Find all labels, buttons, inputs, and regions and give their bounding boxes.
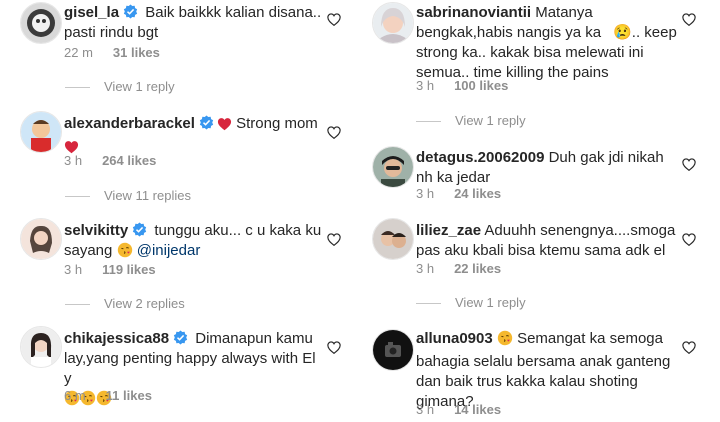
comment-text: Strong mom bbox=[236, 115, 318, 132]
comment-body: gisel_la Baik baikkk kalian disana.. pas… bbox=[64, 3, 324, 43]
view-replies-button[interactable]: View 1 reply bbox=[65, 79, 175, 94]
username[interactable]: selvikitty bbox=[64, 222, 128, 239]
username[interactable]: detagus.20062009 bbox=[416, 149, 544, 166]
like-count[interactable]: 11 likes bbox=[106, 388, 152, 403]
verified-badge-icon bbox=[123, 4, 138, 19]
like-heart-icon[interactable] bbox=[682, 341, 696, 354]
kissing-face-icon bbox=[117, 242, 133, 264]
comment-meta: 3 h 22 likes bbox=[416, 261, 501, 276]
like-heart-icon[interactable] bbox=[327, 341, 341, 354]
mention-link[interactable]: @inijedar bbox=[137, 242, 201, 259]
like-count[interactable]: 119 likes bbox=[102, 262, 156, 277]
avatar[interactable] bbox=[20, 326, 62, 368]
like-heart-icon[interactable] bbox=[682, 233, 696, 246]
comment-time: 3 h bbox=[416, 261, 435, 276]
like-heart-icon[interactable] bbox=[682, 13, 696, 26]
divider-line bbox=[65, 87, 90, 89]
view-replies-label: View 1 reply bbox=[104, 79, 175, 94]
divider-line bbox=[65, 196, 90, 198]
username[interactable]: liliez_zae bbox=[416, 222, 481, 239]
kissing-face-icon bbox=[497, 330, 513, 352]
avatar[interactable] bbox=[372, 146, 414, 188]
like-count[interactable]: 22 likes bbox=[454, 261, 501, 276]
comment-body: detagus.20062009 Duh gak jdi nikah nh ka… bbox=[416, 148, 678, 188]
comments-column-left: gisel_la Baik baikkk kalian disana.. pas… bbox=[0, 0, 360, 422]
like-heart-icon[interactable] bbox=[327, 126, 341, 139]
comment-time: 3 h bbox=[416, 402, 435, 417]
view-replies-button[interactable]: View 1 reply bbox=[416, 295, 526, 310]
like-count[interactable]: 14 likes bbox=[454, 402, 501, 417]
divider-line bbox=[416, 121, 441, 123]
comment-body: alluna0903 Semangat ka semoga bahagia se… bbox=[416, 329, 678, 412]
avatar[interactable] bbox=[372, 2, 414, 44]
comment-meta: 3 h 100 likes bbox=[416, 78, 508, 93]
avatar[interactable] bbox=[372, 329, 414, 371]
comment-time: 3 h bbox=[64, 153, 83, 168]
red-heart-icon bbox=[217, 117, 232, 137]
avatar[interactable] bbox=[20, 218, 62, 260]
avatar[interactable] bbox=[372, 218, 414, 260]
verified-badge-icon bbox=[173, 330, 188, 345]
comment-body: liliez_zae Aduuhh senengnya....smoga pas… bbox=[416, 221, 678, 261]
comment-time: 3 h bbox=[64, 262, 83, 277]
comments-column-right: sabrinanoviantii Matanya bengkak,habis n… bbox=[362, 0, 720, 422]
comment-body: sabrinanoviantii Matanya bengkak,habis n… bbox=[416, 3, 678, 83]
like-count[interactable]: 24 likes bbox=[454, 186, 501, 201]
like-count[interactable]: 264 likes bbox=[102, 153, 156, 168]
like-count[interactable]: 31 likes bbox=[113, 45, 160, 60]
view-replies-label: View 2 replies bbox=[104, 296, 185, 311]
like-heart-icon[interactable] bbox=[327, 13, 341, 26]
comment-meta: 3 h 14 likes bbox=[416, 402, 501, 417]
view-replies-label: View 1 reply bbox=[455, 295, 526, 310]
avatar[interactable] bbox=[20, 2, 62, 44]
comment-time: 3 h bbox=[416, 78, 435, 93]
username[interactable]: alexanderbarackel bbox=[64, 115, 195, 132]
comment-meta: 3 h 119 likes bbox=[64, 262, 156, 277]
avatar[interactable] bbox=[20, 111, 62, 153]
comment-time: 3 h bbox=[416, 186, 435, 201]
comment-meta: 3 h 24 likes bbox=[416, 186, 501, 201]
username[interactable]: gisel_la bbox=[64, 4, 119, 21]
view-replies-label: View 1 reply bbox=[455, 113, 526, 128]
divider-line bbox=[416, 303, 441, 305]
like-heart-icon[interactable] bbox=[327, 233, 341, 246]
like-heart-icon[interactable] bbox=[682, 158, 696, 171]
like-count[interactable]: 100 likes bbox=[454, 78, 508, 93]
username[interactable]: chikajessica88 bbox=[64, 330, 169, 347]
view-replies-button[interactable]: View 11 replies bbox=[65, 188, 191, 203]
view-replies-label: View 11 replies bbox=[104, 188, 191, 203]
comment-time: 6 m bbox=[64, 388, 86, 403]
comment-time: 22 m bbox=[64, 45, 93, 60]
divider-line bbox=[65, 304, 90, 306]
view-replies-button[interactable]: View 2 replies bbox=[65, 296, 185, 311]
verified-badge-icon bbox=[132, 222, 147, 237]
verified-badge-icon bbox=[199, 115, 214, 130]
comment-meta: 6 m 11 likes bbox=[64, 388, 152, 403]
view-replies-button[interactable]: View 1 reply bbox=[416, 113, 526, 128]
comment-meta: 22 m 31 likes bbox=[64, 45, 160, 60]
comment-body: selvikitty tunggu aku... c u kaka ku say… bbox=[64, 221, 322, 264]
comment-meta: 3 h 264 likes bbox=[64, 153, 156, 168]
username[interactable]: alluna0903 bbox=[416, 330, 493, 347]
username[interactable]: sabrinanoviantii bbox=[416, 4, 531, 21]
